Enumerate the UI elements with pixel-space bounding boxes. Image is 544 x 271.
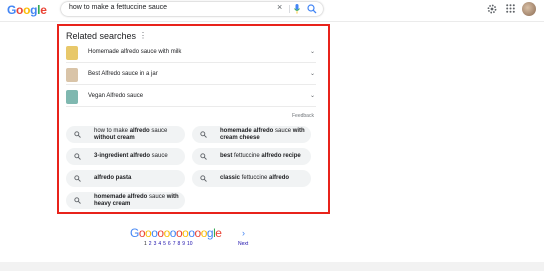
chip-text-part: best [220, 153, 233, 159]
related-expandable-row[interactable]: Homemade alfredo sauce with milk ⌄ [66, 43, 316, 63]
page-number-link[interactable]: 7 [173, 241, 176, 247]
page-number-link[interactable]: 6 [168, 241, 171, 247]
chip-text-part: 3-ingredient alfredo [94, 153, 151, 159]
chevron-down-icon[interactable]: ⌄ [310, 48, 315, 55]
related-chip[interactable]: alfredo pasta [66, 170, 185, 187]
pager-logo-letter: e [215, 226, 222, 240]
chip-text-part: alfredo recipe [261, 153, 301, 159]
chip-text-part: fettuccine [240, 175, 270, 181]
row-divider [66, 62, 316, 63]
chip-text-part: sauce [147, 194, 167, 200]
search-icon [74, 153, 81, 160]
page-number-link[interactable]: 4 [158, 241, 161, 247]
search-icon [74, 131, 81, 138]
chip-text-part: alfredo pasta [94, 175, 132, 181]
pagination-logo: Gooooooooooogle [130, 226, 222, 240]
chip-text-part: alfredo [269, 175, 290, 181]
logo-letter: o [23, 3, 31, 17]
page-number-link[interactable]: 1 [144, 241, 147, 247]
logo-letter: G [7, 3, 17, 17]
next-page-link[interactable]: Next [238, 241, 248, 247]
page-numbers: 1 2 3 4 5 6 7 8 9 10 [144, 241, 195, 247]
related-row-label: Homemade alfredo sauce with milk [88, 49, 182, 55]
chip-text-part: sauce [150, 153, 168, 159]
chip-label: classic fettuccine alfredo [220, 175, 308, 182]
search-input[interactable]: how to make a fettuccine sauce [69, 4, 167, 11]
close-icon[interactable]: × [277, 2, 282, 12]
chevron-right-icon[interactable]: › [242, 228, 245, 238]
row-divider [66, 84, 316, 85]
related-row-label: Best Alfredo sauce in a jar [88, 71, 158, 77]
search-icon [200, 153, 207, 160]
page-number-link[interactable]: 10 [187, 241, 193, 247]
mic-icon[interactable] [294, 4, 300, 14]
related-chip[interactable]: best fettuccine alfredo recipe [192, 148, 311, 165]
page-number-link[interactable]: 8 [177, 241, 180, 247]
search-icon [74, 197, 81, 204]
row-divider [66, 106, 316, 107]
related-searches-panel: Related searches ⋮ Homemade alfredo sauc… [57, 24, 330, 214]
chip-text-part: homemade alfredo [94, 194, 148, 200]
logo-letter: e [40, 3, 47, 17]
avatar[interactable] [522, 2, 536, 16]
search-results-page: Google how to make a fettuccine sauce × [0, 0, 544, 271]
search-bar[interactable]: how to make a fettuccine sauce × [61, 2, 323, 16]
logo-letter: g [30, 3, 38, 17]
chevron-down-icon[interactable]: ⌄ [310, 92, 315, 99]
header: Google how to make a fettuccine sauce × [0, 0, 544, 20]
chip-label: best fettuccine alfredo recipe [220, 153, 308, 160]
related-expandable-row[interactable]: Vegan Alfredo sauce ⌄ [66, 87, 316, 107]
search-divider [289, 5, 290, 13]
chip-label: alfredo pasta [94, 175, 182, 182]
google-logo[interactable]: Google [7, 3, 47, 17]
search-icon [200, 131, 207, 138]
chip-text-part: classic [220, 175, 241, 181]
related-chip[interactable]: homemade alfredo sauce with cream cheese [192, 126, 311, 143]
search-icon [200, 175, 207, 182]
search-icon[interactable] [307, 4, 317, 14]
page-number-link[interactable]: 2 [149, 241, 152, 247]
apps-icon[interactable] [506, 4, 515, 13]
header-divider [0, 21, 544, 22]
chip-text-part: sauce [149, 128, 168, 134]
row-thumbnail [66, 68, 78, 82]
page-number-link[interactable]: 5 [163, 241, 166, 247]
pager-logo-letter: G [130, 226, 139, 240]
chip-text-part: without cream [94, 135, 135, 141]
chip-text-part: alfredo [129, 128, 150, 134]
chip-label: homemade alfredo sauce with heavy cream [94, 194, 182, 208]
related-expandable-row[interactable]: Best Alfredo sauce in a jar ⌄ [66, 65, 316, 85]
chip-label: homemade alfredo sauce with cream cheese [220, 128, 308, 142]
related-chip[interactable]: 3-ingredient alfredo sauce [66, 148, 185, 165]
row-thumbnail [66, 46, 78, 60]
chip-text-part: homemade alfredo [220, 128, 274, 134]
page-number-link[interactable]: 9 [182, 241, 185, 247]
chip-label: 3-ingredient alfredo sauce [94, 153, 182, 160]
related-row-label: Vegan Alfredo sauce [88, 93, 144, 99]
feedback-link[interactable]: Feedback [292, 113, 314, 119]
row-thumbnail [66, 90, 78, 104]
page-number-link[interactable]: 3 [154, 241, 157, 247]
chip-text-part: how to make [94, 128, 130, 134]
chip-text-part: sauce [273, 128, 293, 134]
related-chip[interactable]: classic fettuccine alfredo [192, 170, 311, 187]
related-chip[interactable]: how to make alfredo sauce without cream [66, 126, 185, 143]
chip-text-part: fettuccine [232, 153, 262, 159]
footer-band [0, 262, 544, 271]
settings-icon[interactable] [487, 4, 497, 14]
logo-letter: o [16, 3, 24, 17]
chip-label: how to make alfredo sauce without cream [94, 128, 182, 142]
related-chip[interactable]: homemade alfredo sauce with heavy cream [66, 192, 185, 209]
related-searches-title: Related searches [66, 31, 137, 41]
more-options-icon[interactable]: ⋮ [139, 31, 147, 40]
search-icon [74, 175, 81, 182]
chevron-down-icon[interactable]: ⌄ [310, 70, 315, 77]
